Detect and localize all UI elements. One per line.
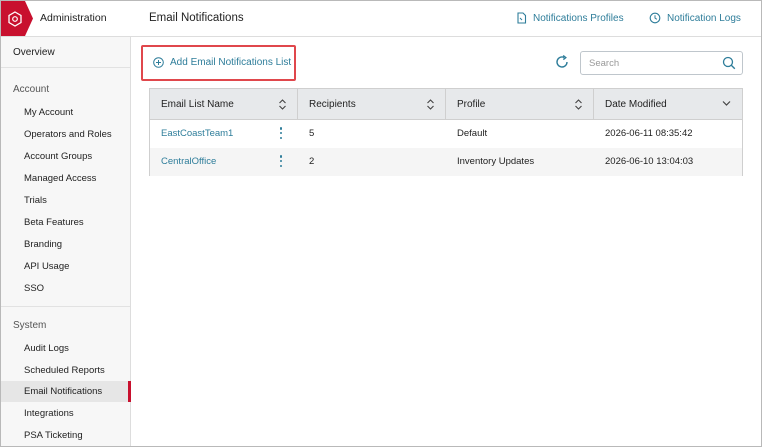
sidebar-item-psa-ticketing[interactable]: PSA Ticketing [1,425,130,446]
notifications-profiles-link[interactable]: Notifications Profiles [516,12,624,24]
sidebar-item-managed-access[interactable]: Managed Access [1,168,130,189]
column-header-profile[interactable]: Profile [446,89,594,120]
profile-cell: Inventory Updates [457,156,535,167]
search-icon[interactable] [722,56,736,70]
clock-icon [649,12,661,24]
profile-cell: Default [457,128,488,139]
row-actions-kebab-icon[interactable] [279,155,283,169]
sidebar-item-overview[interactable]: Overview [1,38,130,68]
column-header-recipients[interactable]: Recipients [298,89,446,120]
column-header-label: Profile [457,99,486,110]
date-modified-cell: 2026-06-10 13:04:03 [605,156,694,167]
row-actions-kebab-icon[interactable] [279,127,283,141]
sidebar-header: Administration [1,1,131,37]
recipients-cell: 5 [309,128,315,139]
sidebar-item-trials[interactable]: Trials [1,190,130,211]
table-header: Email List Name Recipients Profile Date … [150,89,742,120]
sidebar-section-account: Account [13,84,50,95]
sidebar-item-operators-and-roles[interactable]: Operators and Roles [1,124,130,145]
search-box [580,51,743,75]
page-title: Email Notifications [149,12,244,24]
search-input[interactable] [589,57,719,70]
sidebar-item-integrations[interactable]: Integrations [1,403,130,424]
refresh-icon[interactable] [554,54,570,70]
sidebar-section-system: System [13,320,47,331]
column-header-label: Email List Name [161,99,234,110]
sidebar-item-my-account[interactable]: My Account [1,102,130,123]
sidebar-item-beta-features[interactable]: Beta Features [1,212,130,233]
add-button-highlight: Add Email Notifications List [141,45,296,81]
sort-icon[interactable] [278,99,287,110]
table-row[interactable]: EastCoastTeam1 5 Default 2026-06-11 08:3… [150,120,742,148]
add-button-label: Add Email Notifications List [170,57,292,68]
column-header-label: Date Modified [605,99,667,110]
sidebar-item-api-usage[interactable]: API Usage [1,256,130,277]
date-modified-cell: 2026-06-11 08:35:42 [605,128,693,139]
chevron-down-icon[interactable] [722,100,731,107]
sidebar-item-account-groups[interactable]: Account Groups [1,146,130,167]
app-window: Administration Overview Account My Accou… [0,0,762,447]
column-header-label: Recipients [309,99,356,110]
sidebar-item-sso[interactable]: SSO [1,278,130,299]
sidebar-item-branding[interactable]: Branding [1,234,130,255]
admin-gear-logo-icon [1,1,33,36]
notification-logs-label: Notification Logs [667,12,741,24]
sidebar-item-email-notifications[interactable]: Email Notifications [1,381,131,402]
add-email-notifications-list-button[interactable]: Add Email Notifications List [153,57,291,68]
top-bar: Email Notifications Notifications Profil… [131,1,761,37]
recipients-cell: 2 [309,156,315,167]
sort-icon[interactable] [574,99,583,110]
column-header-email-list-name[interactable]: Email List Name [150,89,298,120]
sidebar-item-audit-logs[interactable]: Audit Logs [1,338,130,359]
notification-logs-link[interactable]: Notification Logs [649,12,741,24]
sidebar-item-scheduled-reports[interactable]: Scheduled Reports [1,360,130,381]
notifications-profiles-label: Notifications Profiles [533,12,624,24]
email-list-name-link[interactable]: CentralOffice [161,156,216,167]
sidebar: Administration Overview Account My Accou… [1,1,131,446]
sidebar-divider [1,306,130,307]
email-lists-table: Email List Name Recipients Profile Date … [149,88,743,176]
column-header-date-modified[interactable]: Date Modified [594,89,742,120]
plus-circle-icon [153,57,164,68]
table-row[interactable]: CentralOffice 2 Inventory Updates 2026-0… [150,148,742,176]
sidebar-title: Administration [40,12,107,24]
document-icon [517,12,527,24]
email-list-name-link[interactable]: EastCoastTeam1 [161,128,233,139]
sort-icon[interactable] [426,99,435,110]
